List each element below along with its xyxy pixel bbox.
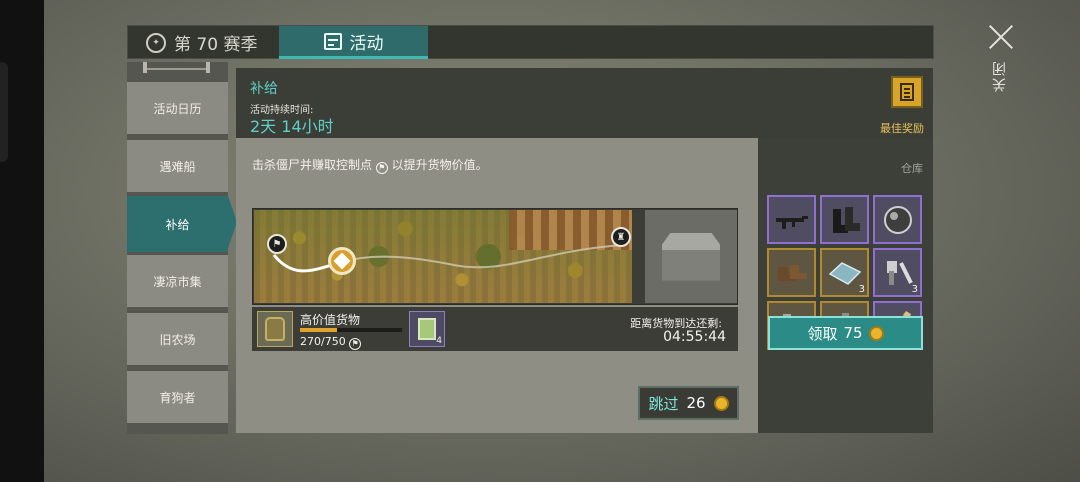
cargo-name: 高价值货物 — [300, 313, 361, 327]
cargo-progress-bar — [300, 328, 402, 332]
event-panel: 补给 活动持续时间: 2天 14小时 最佳奖励 击杀僵尸并赚取控制点 ⚑ 以提升… — [236, 68, 933, 433]
close-icon[interactable] — [988, 24, 1014, 50]
skip-label: 跳过 — [648, 394, 679, 413]
route-map: ⚑ ♜ — [252, 208, 738, 305]
event-header: 补给 活动持续时间: 2天 14小时 最佳奖励 — [236, 68, 933, 138]
tab-activity[interactable]: 活动 — [279, 26, 428, 59]
claim-cost: 75 — [843, 324, 863, 342]
sidebar-item-label: 育狗者 — [159, 390, 196, 405]
coin-icon — [868, 325, 884, 341]
warehouse-panel: 仓库 3 3 — [758, 138, 933, 433]
bunker-icon — [645, 210, 737, 303]
season-badge-icon: ✦ — [146, 32, 166, 53]
boots-icon[interactable] — [820, 195, 869, 244]
cargo-status: 高价值货物 270/750 ⚑ 4 距离货物到达还剩: 04:55:44 — [252, 307, 738, 351]
sidebar-item-label: 凄凉市集 — [153, 274, 202, 289]
duration-value: 2天 14小时 — [250, 117, 334, 136]
map-terrain: ⚑ ♜ — [254, 210, 632, 303]
start-flag-icon: ⚑ — [267, 234, 287, 254]
sidebar-item-label: 活动日历 — [153, 101, 202, 116]
sidebar-item-old-farm[interactable]: 旧农场 — [127, 313, 228, 365]
sidebar-item-bleak-market[interactable]: 凄凉市集 — [127, 255, 228, 307]
event-title: 补给 — [250, 81, 278, 97]
skip-button[interactable]: 跳过 26 — [638, 386, 739, 420]
sidebar-item-dog-breeder[interactable]: 育狗者 — [127, 371, 228, 423]
control-point-icon: ⚑ — [349, 338, 362, 350]
claim-button[interactable]: 领取 75 — [768, 316, 923, 350]
manual-item-count: 4 — [436, 336, 442, 346]
best-reward-icon[interactable] — [891, 76, 923, 108]
sidebar-item-supply[interactable]: 补给 — [127, 196, 237, 252]
manual-item-icon[interactable]: 4 — [409, 311, 445, 347]
rifle-icon[interactable] — [767, 195, 816, 244]
supply-route-area: 击杀僵尸并赚取控制点 ⚑ 以提升货物价值。 ⚑ ♜ 高价值货物 270/750 … — [236, 138, 758, 433]
sidebar-item-shipwreck[interactable]: 遇难船 — [127, 140, 228, 192]
claim-label: 领取 — [807, 324, 838, 343]
item-count: 3 — [858, 284, 865, 295]
sidebar-scrollbar[interactable] — [127, 62, 228, 74]
device-notch — [0, 62, 8, 162]
destination-icon: ♜ — [611, 227, 631, 247]
event-sidebar: 活动日历 遇难船 补给 凄凉市集 旧农场 育狗者 — [127, 62, 237, 434]
route-path — [272, 244, 625, 273]
close-label[interactable]: 关闭 — [990, 60, 1010, 92]
description-text: 以提升货物价值。 — [391, 158, 488, 172]
sidebar-item-calendar[interactable]: 活动日历 — [127, 82, 228, 134]
sidebar-item-label: 旧农场 — [159, 332, 196, 347]
arrival-timer: 04:55:44 — [663, 329, 726, 345]
cargo-count-value: 270/750 — [300, 335, 346, 348]
tab-season[interactable]: ✦ 第 70 赛季 — [146, 26, 257, 59]
tab-season-label: 第 70 赛季 — [174, 35, 258, 55]
cloth-icon[interactable]: 3 — [820, 248, 869, 297]
sidebar-item-label: 补给 — [165, 217, 190, 232]
description-text: 击杀僵尸并赚取控制点 — [252, 158, 373, 172]
top-tab-bar: ✦ 第 70 赛季 活动 — [127, 25, 934, 59]
item-count: 3 — [911, 284, 918, 295]
shoes-icon[interactable] — [767, 248, 816, 297]
cargo-progress-fill — [300, 328, 337, 332]
skip-cost: 26 — [686, 394, 706, 412]
lens-icon[interactable] — [873, 195, 922, 244]
warehouse-label: 仓库 — [901, 162, 923, 175]
cargo-count: 270/750 ⚑ — [300, 335, 362, 350]
sidebar-item-label: 遇难船 — [159, 159, 196, 174]
event-description: 击杀僵尸并赚取控制点 ⚑ 以提升货物价值。 — [252, 156, 488, 174]
backpack-icon[interactable] — [257, 311, 293, 347]
best-reward-label[interactable]: 最佳奖励 — [880, 120, 924, 136]
calendar-icon — [323, 32, 342, 50]
tab-activity-label: 活动 — [349, 33, 384, 54]
coin-icon — [713, 395, 729, 411]
cargo-position-icon — [328, 247, 356, 275]
tools-icon[interactable]: 3 — [873, 248, 922, 297]
control-point-icon: ⚑ — [375, 162, 388, 174]
